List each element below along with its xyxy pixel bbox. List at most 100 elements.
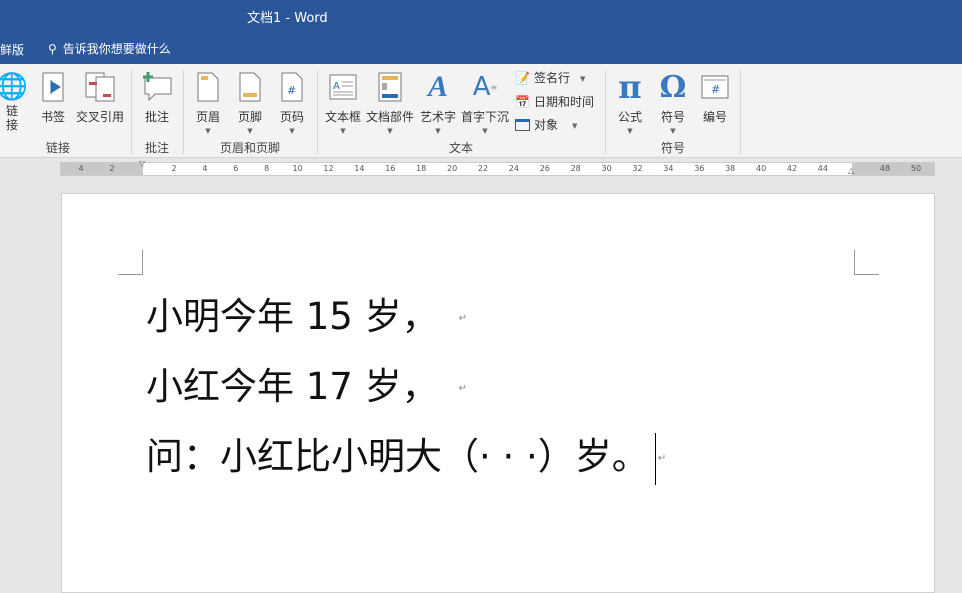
ruler-number: 48 [879, 164, 891, 173]
svg-text:A: A [333, 81, 340, 92]
ruler-number: 18 [416, 164, 427, 173]
ruler-number: 40 [756, 164, 767, 173]
search-icon: ⚲ [48, 41, 57, 56]
paragraph[interactable]: 小红今年 17 岁， ↵ [146, 356, 467, 410]
ruler-number: 36 [694, 164, 705, 173]
document-page[interactable]: 小明今年 15 岁， ↵ 小红今年 17 岁， ↵ 问：小红比小明大（· · ·）岁… [61, 193, 935, 593]
ruler-number: 28 [570, 164, 581, 173]
date-time-button[interactable]: 📅 日期和时间 [515, 93, 594, 110]
dropdown-caret-icon: ▼ [572, 121, 578, 130]
link-button[interactable]: 🌐 链 接 [0, 70, 29, 132]
dropdown-caret-icon: ▼ [627, 127, 633, 135]
divider [317, 70, 318, 154]
tell-me-search[interactable]: ⚲ 告诉我你想要做什么 [48, 40, 171, 57]
wordart-button[interactable]: A 艺术字 ▼ [418, 70, 458, 135]
ruler-number: 6 [233, 164, 239, 173]
dropdown-caret-icon: ▼ [435, 127, 441, 135]
page-number-button[interactable]: # 页码 ▼ [274, 70, 310, 135]
group-symbols-label: 符号 [661, 141, 686, 155]
signature-line-button[interactable]: 📝 签名行 ▼ [515, 69, 585, 86]
ruler-number: 44 [817, 164, 828, 173]
drop-cap-button[interactable]: A ≡ 首字下沉 ▼ [460, 70, 510, 135]
ruler-number: 8 [264, 164, 270, 173]
signature-icon: 📝 [515, 70, 530, 85]
window-title: 文档1 - Word [247, 11, 328, 26]
object-button[interactable]: 对象 ▼ [515, 116, 577, 133]
dropdown-caret-icon: ▼ [247, 127, 253, 135]
omega-icon: Ω [659, 69, 687, 105]
svg-text:#: # [711, 83, 720, 96]
symbol-button[interactable]: Ω 符号 ▼ [655, 69, 691, 136]
group-text-label: 文本 [449, 141, 474, 155]
crop-mark [854, 250, 879, 275]
dropdown-caret-icon: ▼ [289, 127, 295, 135]
text-cursor [654, 432, 656, 485]
ruler-number: 4 [202, 164, 208, 173]
title-bar: 文档1 - Word [0, 0, 962, 33]
comment-plus-icon [138, 70, 176, 104]
quick-parts-icon [365, 70, 415, 104]
ruler-number: 30 [601, 164, 612, 173]
bookmark-button[interactable]: 书签 [38, 70, 68, 125]
text-box-button[interactable]: A 文本框 ▼ [323, 70, 363, 135]
page-number-icon: # [274, 70, 310, 104]
footer-button[interactable]: 页脚 ▼ [232, 70, 268, 135]
wordart-icon: A [427, 70, 448, 103]
ruler-number: 16 [385, 164, 396, 173]
globe-link-icon: 🌐 [0, 72, 29, 102]
ruler-number: 10 [292, 164, 303, 173]
ruler-number: 2 [109, 164, 115, 173]
text-box-icon: A [323, 70, 363, 104]
ruler-number: 32 [632, 164, 643, 173]
drop-cap-icon: A ≡ [472, 72, 498, 102]
paragraph-mark-icon: ↵ [458, 313, 467, 324]
group-links-label: 链接 [46, 141, 71, 155]
ruler-right-margin [852, 163, 934, 175]
divider [183, 70, 184, 154]
ruler-number: 22 [477, 164, 489, 173]
ruler-number: 14 [354, 164, 365, 173]
ruler-number: 12 [323, 164, 334, 173]
cross-reference-icon [74, 70, 126, 104]
cross-reference-button[interactable]: 交叉引用 [74, 70, 126, 125]
tell-me-label: 告诉我你想要做什么 [62, 42, 171, 56]
bookmark-icon [38, 70, 68, 104]
number-button[interactable]: # 编号 [697, 70, 733, 125]
tab-bar: 鲜版 ⚲ 告诉我你想要做什么 [0, 33, 962, 64]
paragraph[interactable]: 问：小红比小明大（· · ·）岁。 ↵ [146, 426, 666, 485]
header-icon [190, 70, 226, 104]
paragraph[interactable]: 小明今年 15 岁， ↵ [146, 286, 467, 340]
ruler-number: 34 [663, 164, 674, 173]
object-icon [515, 118, 530, 131]
ruler-left-margin [61, 163, 143, 175]
divider [131, 70, 132, 154]
footer-icon [232, 70, 268, 104]
right-indent-marker-icon[interactable]: △ [848, 166, 854, 175]
divider [740, 70, 741, 154]
comment-button[interactable]: 批注 [138, 70, 176, 125]
tab-review-partial[interactable]: 鲜版 [0, 41, 24, 58]
group-comments-label: 批注 [145, 141, 170, 155]
indent-marker-icon[interactable]: ▽ [139, 159, 145, 168]
quick-parts-button[interactable]: 文档部件 ▼ [365, 70, 415, 135]
paragraph-mark-icon: ↵ [657, 453, 667, 464]
paragraph-mark-icon: ↵ [458, 383, 467, 394]
pi-icon: π [618, 68, 642, 106]
ruler-number: 4 [78, 164, 84, 173]
dropdown-caret-icon: ▼ [670, 127, 676, 135]
ruler-number: 38 [725, 164, 736, 173]
ruler-number: 26 [539, 164, 550, 173]
calendar-clock-icon: 📅 [515, 94, 530, 109]
ruler-number: 42 [786, 164, 798, 173]
dropdown-caret-icon: ▼ [579, 74, 586, 83]
dropdown-caret-icon: ▼ [387, 127, 393, 135]
horizontal-ruler[interactable]: 4 2 2 4 6 8 10 12 14 16 18 20 22 24 26 28 30 32 34 36 38 40… [60, 159, 935, 176]
equation-button[interactable]: π 公式 ▼ [612, 68, 648, 135]
group-header-footer-label: 页眉和页脚 [220, 141, 281, 155]
divider [605, 70, 606, 154]
dropdown-caret-icon: ▼ [340, 127, 346, 135]
dropdown-caret-icon: ▼ [482, 127, 488, 135]
ruler-number: 24 [508, 164, 519, 173]
header-button[interactable]: 页眉 ▼ [190, 70, 226, 135]
ruler-number: 20 [447, 164, 458, 173]
